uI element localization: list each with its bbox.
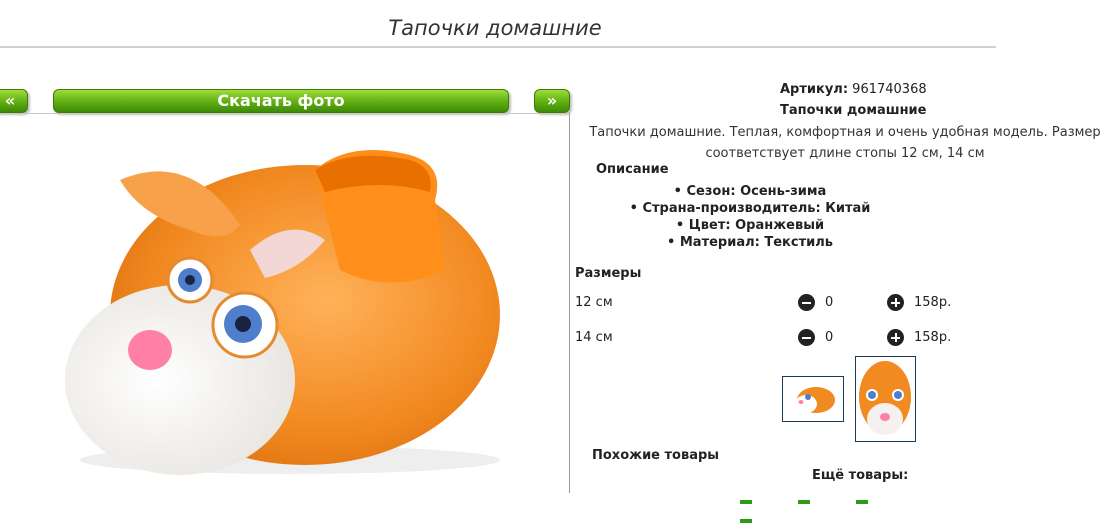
title-divider xyxy=(0,46,996,48)
product-photo[interactable] xyxy=(50,130,520,480)
size-label: 12 см xyxy=(575,295,613,310)
quantity-value: 0 xyxy=(825,330,834,345)
size-row: 14 см 0 158р. xyxy=(575,329,975,350)
article-row: Артикул: 961740368 xyxy=(780,82,927,97)
increase-quantity-icon[interactable] xyxy=(887,329,904,346)
next-photo-button[interactable]: » xyxy=(534,89,570,113)
thumbnail-1[interactable] xyxy=(782,376,844,422)
description-heading: Описание xyxy=(596,162,669,177)
property-item: Страна-производитель: Китай xyxy=(580,200,920,217)
thumbnail-2[interactable] xyxy=(855,356,916,442)
increase-quantity-icon[interactable] xyxy=(887,294,904,311)
property-item: Цвет: Оранжевый xyxy=(580,217,920,234)
prev-photo-button[interactable]: « xyxy=(0,89,28,113)
more-products-peek xyxy=(740,489,930,523)
page-title: Тапочки домашние xyxy=(388,16,602,40)
sizes-heading: Размеры xyxy=(575,266,642,281)
column-divider xyxy=(569,113,570,493)
similar-products-heading: Похожие товары xyxy=(592,448,720,463)
size-price: 158р. xyxy=(914,295,952,310)
size-label: 14 см xyxy=(575,330,613,345)
more-products-heading: Ещё товары: xyxy=(812,468,909,483)
property-item: Сезон: Осень-зима xyxy=(580,183,920,200)
product-description: Тапочки домашние. Теплая, комфортная и о… xyxy=(589,125,1101,161)
size-row: 12 см 0 158р. xyxy=(575,294,975,315)
download-photo-button[interactable]: Скачать фото xyxy=(53,89,509,113)
decrease-quantity-icon[interactable] xyxy=(798,294,815,311)
size-price: 158р. xyxy=(914,330,952,345)
property-item: Материал: Текстиль xyxy=(580,234,920,251)
gallery-divider xyxy=(0,113,570,114)
properties-list: Сезон: Осень-зима Страна-производитель: … xyxy=(580,183,920,251)
quantity-value: 0 xyxy=(825,295,834,310)
product-name: Тапочки домашние xyxy=(780,103,927,118)
decrease-quantity-icon[interactable] xyxy=(798,329,815,346)
article-value: 961740368 xyxy=(852,82,927,97)
article-label: Артикул: xyxy=(780,82,849,97)
